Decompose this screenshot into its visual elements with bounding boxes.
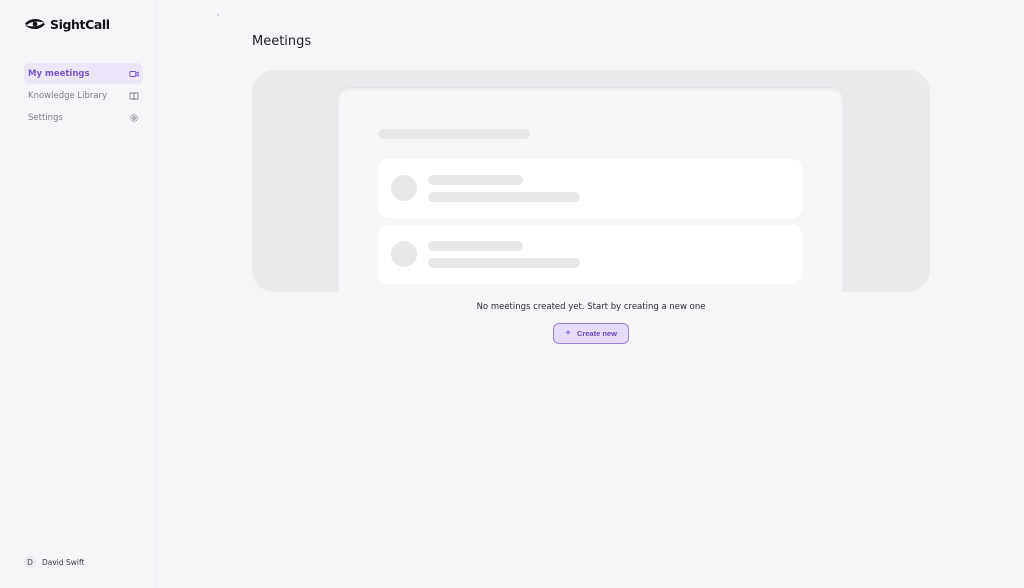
user-profile[interactable]: D David Swift [24, 556, 84, 568]
create-new-button[interactable]: + Create new [553, 323, 629, 344]
avatar: D [24, 556, 36, 568]
skeleton-line [428, 175, 523, 185]
skeleton-list-item [378, 159, 802, 218]
skeleton-list-item [378, 225, 802, 284]
sidebar-item-my-meetings[interactable]: My meetings [24, 63, 143, 84]
create-new-label: Create new [576, 329, 617, 338]
sidebar-item-label: My meetings [28, 68, 90, 79]
plus-icon: + [565, 327, 571, 339]
skeleton-line [428, 192, 580, 202]
user-name: David Swift [42, 557, 85, 567]
app-root: SightCall My meetings Knowledge Library … [0, 0, 1024, 588]
skeleton-avatar [391, 175, 417, 201]
brand-name: SightCall [50, 16, 110, 32]
empty-state-message: No meetings created yet. Start by creati… [476, 302, 706, 312]
page-title: Meetings [252, 34, 312, 49]
skeleton-line [428, 241, 523, 251]
empty-state-illustration [252, 70, 930, 292]
sidebar-nav: My meetings Knowledge Library Settings [24, 63, 143, 129]
video-camera-icon [129, 70, 139, 77]
sidebar-item-label: Knowledge Library [28, 90, 108, 101]
skeleton-line [428, 258, 580, 268]
main-content: Meetings No meetings created yet. Start … [157, 0, 1024, 588]
sidebar-item-label: Settings [28, 112, 63, 123]
gear-icon [130, 113, 138, 122]
sidebar: SightCall My meetings Knowledge Library … [0, 0, 157, 588]
sidebar-item-knowledge-library[interactable]: Knowledge Library [24, 85, 143, 106]
skeleton-title-bar [378, 129, 530, 139]
book-icon [129, 92, 139, 100]
sightcall-logo-icon [25, 18, 45, 30]
skeleton-avatar [391, 241, 417, 267]
illustration-window [337, 88, 844, 292]
sidebar-item-settings[interactable]: Settings [24, 107, 143, 128]
brand-logo[interactable]: SightCall [24, 15, 110, 33]
